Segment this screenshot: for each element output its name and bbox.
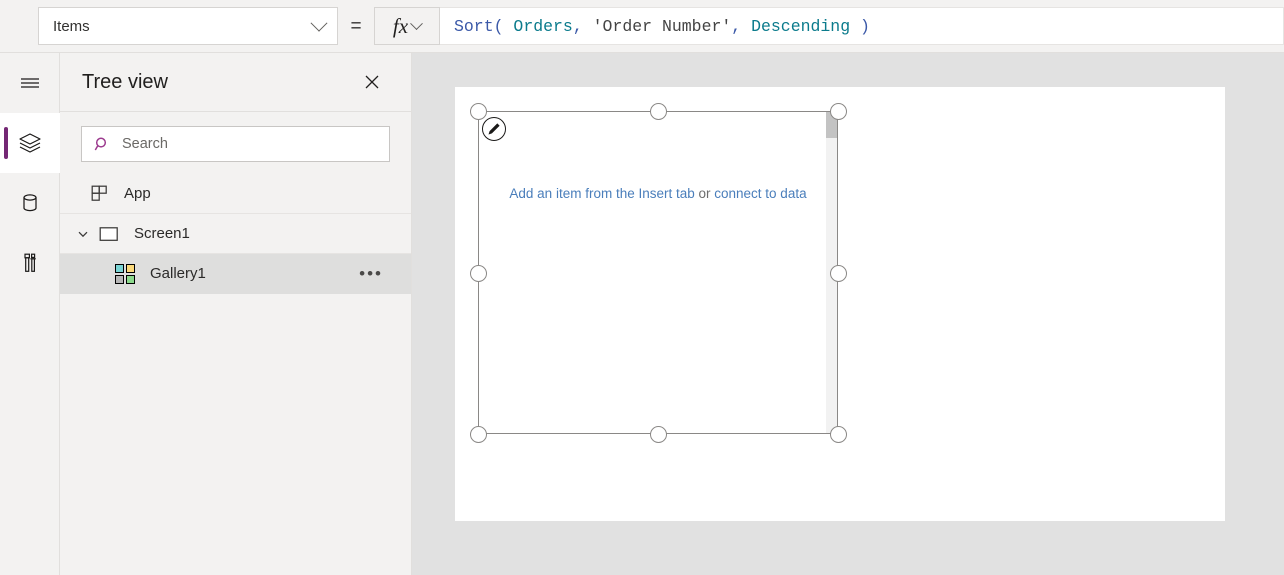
fx-icon: fx [393,16,408,37]
search-icon [94,136,111,153]
tree-node-label: Gallery1 [150,266,206,281]
left-icon-rail [0,53,60,575]
gallery-control-selected[interactable]: Add an item from the Insert tab or conne… [478,111,838,434]
tree-node-app[interactable]: App [60,174,411,214]
resize-handle-top-left[interactable] [470,103,487,120]
formula-bar: Items = fx Sort( Orders, 'Order Number',… [0,0,1284,53]
tree-node-label: Screen1 [134,226,190,241]
formula-token-4: 'Order Number' [593,17,732,36]
formula-token-7: ) [850,17,870,36]
search-placeholder: Search [122,137,168,152]
connect-to-data-link[interactable]: connect to data [714,186,806,201]
tree-view-header: Tree view [60,53,411,112]
search-row: Search [60,112,411,174]
formula-token-3: , [573,17,593,36]
formula-token-2: Orders [513,17,572,36]
tree-node-label: App [124,186,151,201]
chevron-down-icon [410,17,423,30]
resize-handle-middle-right[interactable] [830,265,847,282]
property-dropdown[interactable]: Items [38,7,338,45]
search-input[interactable]: Search [81,126,390,162]
formula-token-1: ( [494,17,514,36]
database-icon [18,191,42,215]
panel-title: Tree view [82,72,168,92]
empty-state-separator: or [695,186,715,201]
layers-icon [17,130,43,156]
pencil-icon [487,122,501,136]
chevron-down-icon [311,15,328,32]
insert-item-link[interactable]: Add an item from the Insert tab [509,186,694,201]
tree-node-gallery1[interactable]: Gallery1 ••• [60,254,411,294]
formula-token-0: Sort [454,17,494,36]
sidebar-item-data[interactable] [0,173,60,233]
tree-node-overflow-button[interactable]: ••• [359,265,383,282]
resize-handle-bottom-center[interactable] [650,426,667,443]
equals-label: = [338,17,374,36]
app-icon [86,183,112,205]
resize-handle-bottom-left[interactable] [470,426,487,443]
screen-icon [96,223,122,245]
formula-input[interactable]: Sort( Orders, 'Order Number', Descending… [440,7,1284,45]
resize-handle-bottom-right[interactable] [830,426,847,443]
resize-handle-top-right[interactable] [830,103,847,120]
close-icon[interactable] [361,71,383,93]
resize-handle-middle-left[interactable] [470,265,487,282]
fx-button[interactable]: fx [374,7,440,45]
sidebar-item-media[interactable] [0,233,60,293]
sidebar-item-tree-view[interactable] [0,113,60,173]
resize-handle-top-center[interactable] [650,103,667,120]
formula-token-6: Descending [751,17,850,36]
property-dropdown-value: Items [53,19,90,34]
tree-view-panel: Tree view Search [60,53,412,575]
media-icon [18,251,42,275]
hamburger-menu-icon[interactable] [0,53,60,113]
chevron-down-icon[interactable] [70,227,96,241]
edit-pencil-button[interactable] [482,117,506,141]
tree-node-screen1[interactable]: Screen1 [60,214,411,254]
gallery-selection-border [478,111,838,434]
gallery-icon [112,263,138,285]
gallery-empty-state: Add an item from the Insert tab or conne… [478,187,838,201]
formula-token-5: , [731,17,751,36]
